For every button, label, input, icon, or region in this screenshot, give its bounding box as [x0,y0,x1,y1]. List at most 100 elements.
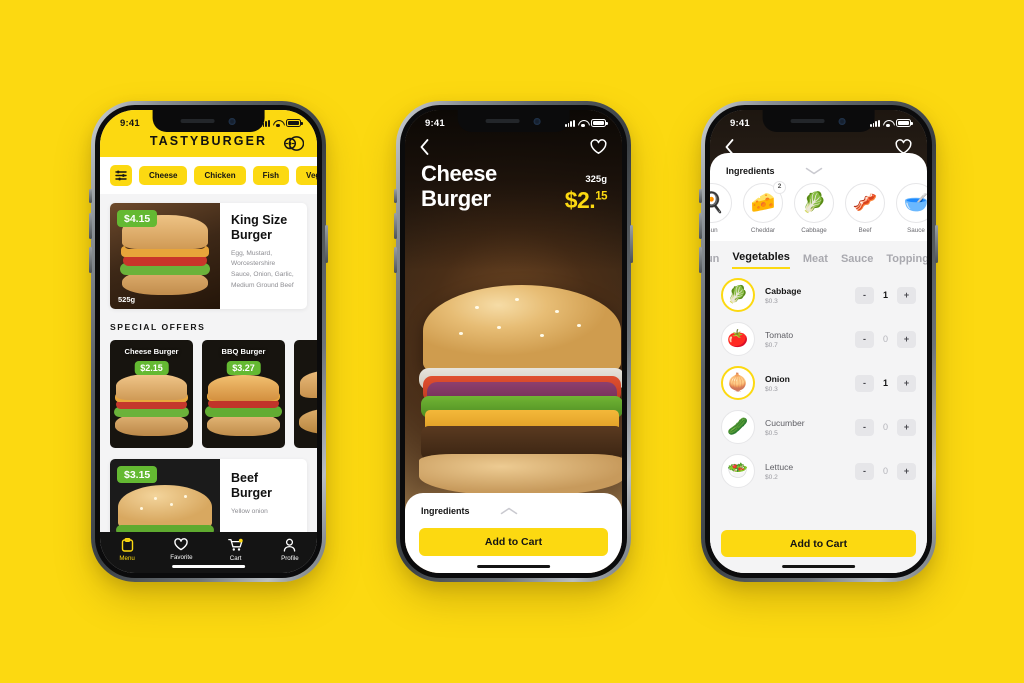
featured-product-image: $4.15 525g [110,203,220,309]
home-indicator [171,564,246,568]
tab-sauce[interactable]: Sauce [841,253,873,269]
ingredient-chip[interactable]: 🥓 Beef [845,183,885,234]
home-indicator [781,564,856,568]
featured-product-description: Egg, Mustard, Worcestershire Sauce, Onio… [231,249,294,289]
tab-vegetables[interactable]: Vegetables [732,251,790,269]
quantity-stepper: - 1 + [855,286,916,304]
front-camera [228,117,236,125]
list-item[interactable]: 🧅 Onion $0.3 - 1 + [721,361,916,405]
category-chip-chicken[interactable]: Chicken [194,166,246,185]
category-chip-vegetarian[interactable]: Vegetarian [296,166,317,185]
featured-product-card[interactable]: $4.15 525g King Size Burger Egg, Mustard… [110,203,307,309]
list-item[interactable]: 🍅 Tomato $0.7 - 0 + [721,317,916,361]
vegetable-list: 🥬 Cabbage $0.3 - 1 + 🍅 Tomato $0.7 - 0 +… [710,269,927,526]
increment-button[interactable]: + [897,330,916,348]
quantity-value: 1 [882,290,888,300]
home-indicator [476,564,551,568]
vegetable-price: $0.7 [765,341,778,349]
offer-card[interactable]: Cheese Burger $2.15 [110,340,193,448]
list-item[interactable]: 🥒 Cucumber $0.5 - 0 + [721,405,916,449]
add-to-cart-button[interactable]: Add to Cart [419,528,608,556]
vegetable-tomato-icon[interactable]: 🍅 [721,322,755,356]
ingredient-label: Bun [710,227,718,234]
battery-icon [896,119,913,127]
offer-card[interactable] [294,340,317,448]
filter-icon[interactable] [110,165,132,186]
ingredient-chip[interactable]: 🧀 2 Cheddar [743,181,786,234]
product-title: Cheese Burger [421,161,497,211]
decrement-button[interactable]: - [855,374,874,392]
vegetable-cucumber-icon[interactable]: 🥒 [721,410,755,444]
quantity-value: 0 [882,422,888,432]
menu-clipboard-icon [121,538,133,552]
ingredient-chip[interactable]: 🥬 Cabbage [794,183,834,234]
vegetable-onion-icon[interactable]: 🧅 [721,366,755,400]
tab-meat[interactable]: Meat [803,253,828,269]
list-item[interactable]: 🥬 Cabbage $0.3 - 1 + [721,273,916,317]
sidebar-item-profile[interactable]: Profile [268,538,312,562]
volume-down-button [394,247,397,273]
increment-button[interactable]: + [897,374,916,392]
quantity-stepper: - 0 + [855,462,916,480]
ingredient-chip[interactable]: 🥣 Sauce [896,183,927,234]
tab-topping[interactable]: Topping [886,253,927,269]
quantity-value: 0 [882,466,888,476]
sidebar-item-cart[interactable]: Cart [214,538,258,562]
chevron-down-icon[interactable] [805,167,823,175]
menu-scroll-area[interactable]: $4.15 525g King Size Burger Egg, Mustard… [100,194,317,573]
cart-icon [228,538,243,551]
decrement-button[interactable]: - [855,330,874,348]
offer-card[interactable]: BBQ Burger $3.27 [202,340,285,448]
product-weight: 325g [585,174,607,185]
sidebar-item-favorite[interactable]: Favorite [159,538,203,561]
heart-outline-icon[interactable] [590,139,607,155]
tab-bun[interactable]: Bun [710,253,719,269]
ingredients-sheet: Ingredients 🍳 Bun 🧀 [710,153,927,573]
offer-title: Cheese Burger [124,347,179,356]
earpiece-speaker [180,119,215,123]
tab-label: Profile [281,554,299,562]
ingredient-tabs[interactable]: Bun Vegetables Meat Sauce Topping [710,243,927,269]
add-to-cart-button[interactable]: Add to Cart [721,530,916,557]
mute-switch [89,189,92,203]
sidebar-item-menu[interactable]: Menu [105,538,149,562]
notch [152,110,265,132]
ingredient-bun-icon: 🍳 [710,183,732,223]
phone-mockup-product-detail: 9:41 Cheese Burger 325g $2.15 Ingredient… [394,101,633,582]
ingredient-chip[interactable]: 🍳 Bun [710,183,732,234]
ingredient-sauce-icon: 🥣 [896,183,927,223]
menu-screen: 9:41 TASTYBURGER Cheese Chicken Fish Ve … [100,110,317,573]
ingredient-label: Cabbage [801,227,827,234]
vegetable-cabbage-icon[interactable]: 🥬 [721,278,755,312]
special-offers-carousel[interactable]: Cheese Burger $2.15 BBQ Burger $3.27 [100,340,317,448]
chevron-up-icon[interactable] [500,507,518,515]
vegetable-name: Cucumber [765,417,805,428]
vegetable-lettuce-icon[interactable]: 🥗 [721,454,755,488]
back-chevron-icon[interactable] [420,139,429,155]
decrement-button[interactable]: - [855,462,874,480]
vegetable-name: Tomato [765,329,794,340]
cellular-signal-icon [564,119,575,127]
wifi-icon [273,119,283,128]
ingredient-cheddar-icon: 🧀 2 [743,181,786,223]
mute-switch [699,189,702,203]
increment-button[interactable]: + [897,418,916,436]
product-card-beef-burger[interactable]: $3.15 Beef Burger Yellow onion [110,459,307,541]
ingredient-carousel[interactable]: 🍳 Bun 🧀 2 Cheddar 🥬 Cabbage [710,178,927,241]
list-item[interactable]: 🥗 Lettuce $0.2 - 0 + [721,449,916,493]
increment-button[interactable]: + [897,286,916,304]
mute-switch [394,189,397,203]
ingredients-bottom-sheet: Ingredients Add to Cart [405,493,622,573]
category-chip-cheese[interactable]: Cheese [139,166,188,185]
increment-button[interactable]: + [897,462,916,480]
product-heading-block: Cheese Burger 325g $2.15 [421,161,607,214]
product-description: Yellow onion [231,507,268,515]
category-chip-fish[interactable]: Fish [252,166,290,185]
decrement-button[interactable]: - [855,286,874,304]
tab-label: Cart [229,554,242,562]
volume-up-button [699,213,702,239]
price-badge: $3.15 [117,466,158,483]
burger-logo-icon[interactable] [284,136,304,151]
decrement-button[interactable]: - [855,418,874,436]
price-badge: $4.15 [117,210,158,227]
